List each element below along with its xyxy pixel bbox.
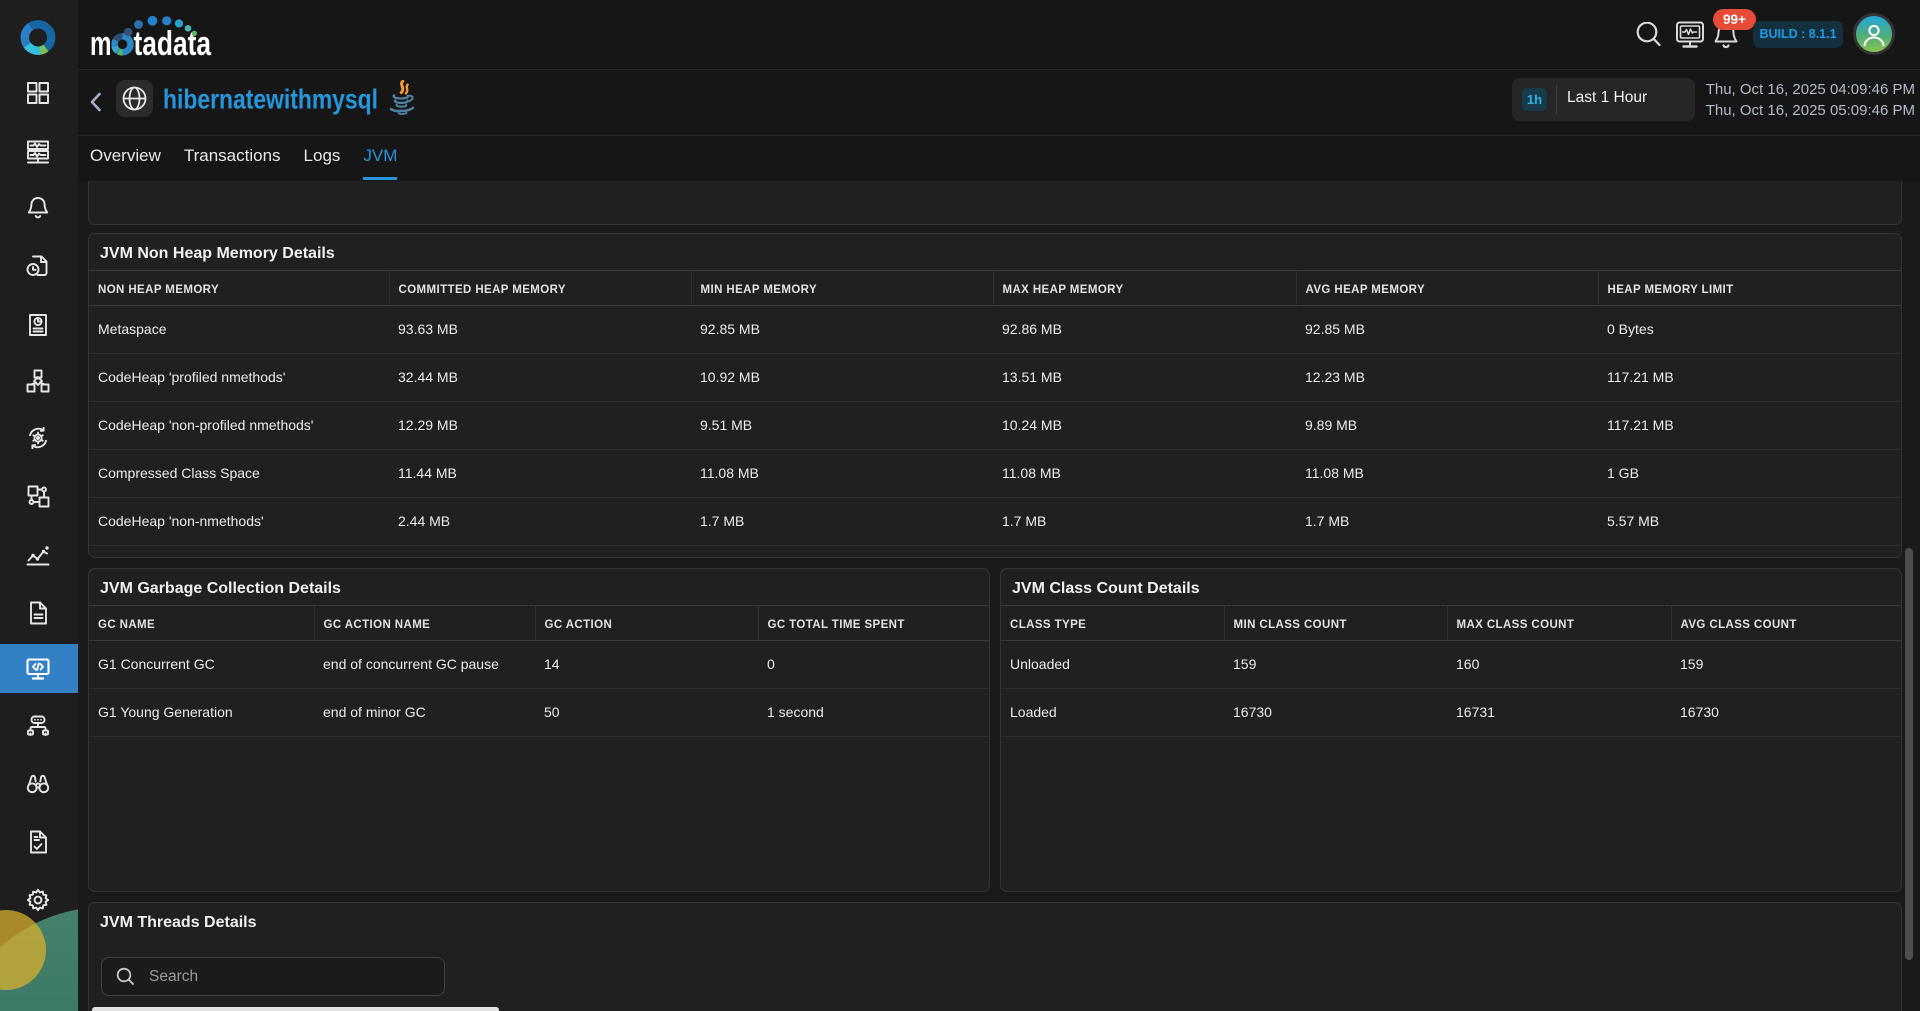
svg-text:m: m (90, 25, 112, 63)
svg-text:tadata: tadata (134, 25, 212, 63)
svg-text:hibernatewithmysql: hibernatewithmysql (163, 84, 378, 115)
